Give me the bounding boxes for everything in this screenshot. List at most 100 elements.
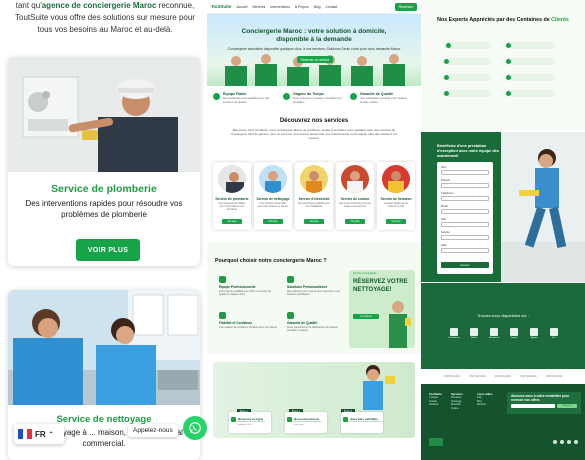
nav-item[interactable]: À Propos bbox=[295, 5, 309, 9]
zone-item[interactable]: Rabat bbox=[465, 328, 483, 339]
review-pill[interactable] bbox=[443, 90, 491, 97]
avatar bbox=[444, 91, 449, 96]
testimonials-title: Nos Experts Appréciés par des Centaines … bbox=[421, 17, 585, 24]
desktop-view: ToutSuite Accueil Services Interventions… bbox=[207, 0, 421, 460]
twitter-icon[interactable] bbox=[574, 440, 578, 444]
why-choose-section: Pourquoi choisir notre conciergerie Maro… bbox=[207, 242, 421, 354]
card-title: Service de plomberie bbox=[51, 183, 157, 195]
hero-title: Conciergerie Maroc : votre solution à do… bbox=[241, 28, 387, 43]
nav-item[interactable]: Blog bbox=[314, 5, 321, 9]
footer-link[interactable]: Cuisine bbox=[451, 408, 461, 412]
service-button[interactable]: Voir plus bbox=[222, 219, 242, 224]
plumber-photo bbox=[8, 57, 200, 172]
review-pill[interactable] bbox=[505, 42, 555, 49]
review-pill[interactable] bbox=[445, 42, 491, 49]
why-item: Solutions Personnalisées Des solutions s… bbox=[287, 276, 349, 302]
promo-badge: Service conciergerie bbox=[353, 272, 377, 275]
email-input[interactable] bbox=[441, 209, 489, 214]
why-item-desc: Nous garantissons la satisfaction de cha… bbox=[287, 326, 338, 333]
footer-link[interactable]: Carrières bbox=[429, 404, 438, 408]
newsletter-box: Abonnez-vous à notre newsletter pour rec… bbox=[507, 392, 581, 414]
service-button[interactable]: Voir plus bbox=[386, 219, 406, 224]
cleaning-photo bbox=[8, 290, 200, 405]
flag-icon-france bbox=[18, 429, 33, 439]
form-label: Téléphone bbox=[441, 192, 454, 195]
service-button[interactable]: Voir plus bbox=[304, 219, 324, 224]
service-select[interactable] bbox=[441, 235, 489, 240]
nav-item[interactable]: Services bbox=[252, 5, 265, 9]
service-button[interactable]: Voir plus bbox=[263, 219, 283, 224]
footer-logo bbox=[429, 438, 443, 446]
handshake-icon bbox=[219, 312, 226, 319]
review-pill[interactable] bbox=[443, 74, 491, 81]
call-us-label: Appelez-nous bbox=[128, 424, 178, 437]
service-title: Service d'électricité bbox=[298, 197, 330, 201]
service-desc: Des électriciens qualifiés pour vos inst… bbox=[298, 202, 330, 209]
mobile-view: tant qu'agence de conciergerie Maroc rec… bbox=[0, 0, 207, 460]
desktop-view-lower: Nos Experts Appréciés par des Centaines … bbox=[421, 0, 585, 460]
facebook-icon[interactable] bbox=[553, 440, 557, 444]
step-desc: Un professionnel se déplace chez vous bbox=[294, 421, 322, 426]
why-item-desc: Une relation de confiance durable avec n… bbox=[219, 326, 277, 329]
zone-label: Casablanca bbox=[448, 337, 460, 339]
cleaning-image bbox=[259, 165, 287, 193]
voir-plus-button[interactable]: VOIR PLUS bbox=[76, 239, 140, 261]
zone-item[interactable]: Casablanca bbox=[445, 328, 463, 339]
why-title: Pourquoi choisir notre conciergerie Maro… bbox=[215, 258, 327, 264]
services-title: Découvrez nos services bbox=[279, 118, 349, 124]
team-icon bbox=[213, 93, 220, 100]
zone-label: Marrakech bbox=[488, 337, 500, 339]
promo-button[interactable]: Je réserve bbox=[353, 314, 379, 319]
avatar bbox=[446, 43, 451, 48]
service-desc: Des chefs à domicile pour vos repas et é… bbox=[339, 202, 371, 209]
newsletter-email-input[interactable] bbox=[511, 404, 555, 408]
top-navbar: ToutSuite Accueil Services Interventions… bbox=[207, 0, 421, 14]
avatar bbox=[506, 75, 511, 80]
nav-cta-button[interactable]: Réservez bbox=[394, 2, 417, 11]
feature-desc: Des professionnels qualifiés pour des se… bbox=[223, 96, 270, 104]
hero-cta-button[interactable]: Réservez un service bbox=[297, 56, 333, 63]
city-input[interactable] bbox=[441, 222, 489, 227]
linkedin-icon[interactable] bbox=[567, 440, 571, 444]
card-description: Des interventions rapides pour résoudre … bbox=[25, 199, 183, 219]
intro-text: tant qu'agence de conciergerie Maroc rec… bbox=[10, 0, 200, 36]
language-selector[interactable]: FR ⌃ bbox=[14, 424, 64, 444]
instagram-icon[interactable] bbox=[560, 440, 564, 444]
zone-item[interactable]: Fès bbox=[545, 328, 563, 339]
whatsapp-button[interactable] bbox=[183, 416, 207, 440]
hero-section: Conciergerie Maroc : votre solution à do… bbox=[207, 14, 421, 86]
electricity-image bbox=[300, 165, 328, 193]
booking-form: Nom Prénom Téléphone Email Ville Service… bbox=[437, 162, 493, 274]
nav-item[interactable]: Interventions bbox=[270, 5, 289, 9]
feature-desc: Une satisfaction garantie pour chaque se… bbox=[360, 96, 408, 104]
service-card: Service de livraison Livraison rapide de… bbox=[377, 162, 415, 230]
service-card: Service de nettoyage Une propreté impecc… bbox=[254, 162, 292, 230]
name-input[interactable] bbox=[441, 170, 489, 175]
cleaner-illustration bbox=[389, 301, 411, 348]
phone-input[interactable] bbox=[441, 196, 489, 201]
footer-link[interactable]: Mentions bbox=[477, 404, 486, 408]
firstname-input[interactable] bbox=[441, 183, 489, 188]
review-pill[interactable] bbox=[505, 90, 555, 97]
submit-button[interactable]: Envoyer bbox=[441, 262, 489, 268]
building-icon bbox=[450, 328, 458, 336]
zone-item[interactable]: Agadir bbox=[525, 328, 543, 339]
footer-heading: ToutSuite bbox=[429, 392, 442, 396]
subscribe-button[interactable]: S'abonner bbox=[557, 404, 577, 408]
service-button[interactable]: Voir plus bbox=[345, 219, 365, 224]
site-logo[interactable]: ToutSuite bbox=[211, 4, 231, 9]
nav-item[interactable]: Accueil bbox=[236, 5, 247, 9]
intro-highlight: agence de conciergerie Maroc bbox=[41, 1, 157, 10]
service-title: Service de nettoyage bbox=[256, 197, 290, 201]
review-pill[interactable] bbox=[443, 58, 491, 65]
review-pill[interactable] bbox=[505, 74, 555, 81]
zone-item[interactable]: Tanger bbox=[505, 328, 523, 339]
date-input[interactable] bbox=[441, 248, 489, 253]
review-pill[interactable] bbox=[505, 58, 555, 65]
nav-item[interactable]: Contact bbox=[326, 5, 338, 9]
hero-subtitle: Conciergerie abordable disponible quelqu… bbox=[227, 47, 401, 51]
partner-logo: PARTENAIRE bbox=[469, 374, 486, 378]
steps-banner: Étape 1 Étape 2 Étape 3 Réservez en lign… bbox=[213, 362, 415, 438]
service-desc: Livraison rapide de vos courses et colis bbox=[383, 202, 409, 209]
zone-item[interactable]: Marrakech bbox=[485, 328, 503, 339]
